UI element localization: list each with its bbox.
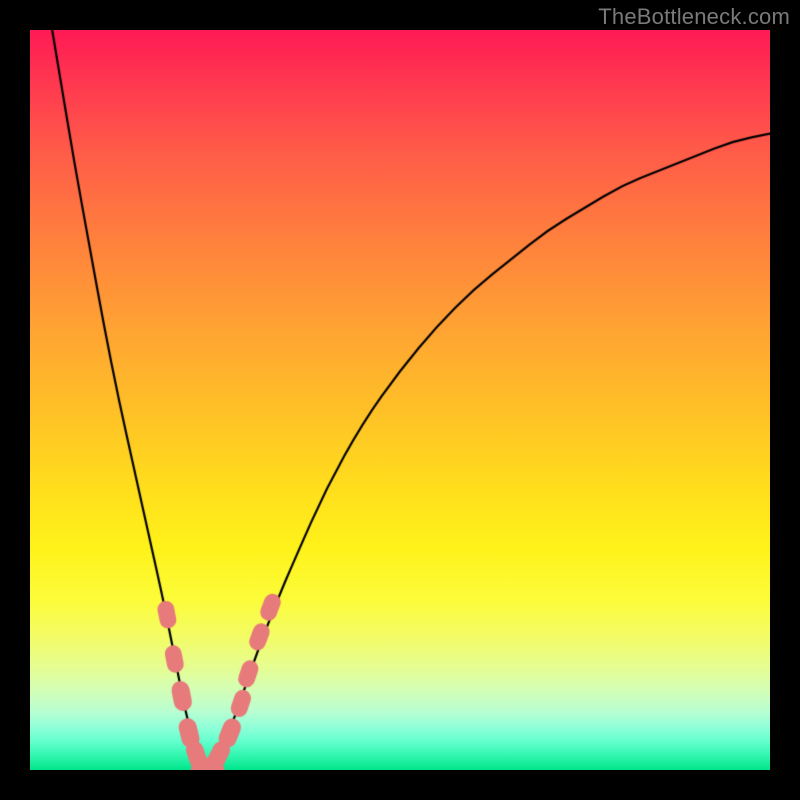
bottleneck-curve-canvas	[30, 30, 770, 770]
plot-area	[30, 30, 770, 770]
watermark-text: TheBottleneck.com	[598, 4, 790, 30]
chart-frame: TheBottleneck.com	[0, 0, 800, 800]
